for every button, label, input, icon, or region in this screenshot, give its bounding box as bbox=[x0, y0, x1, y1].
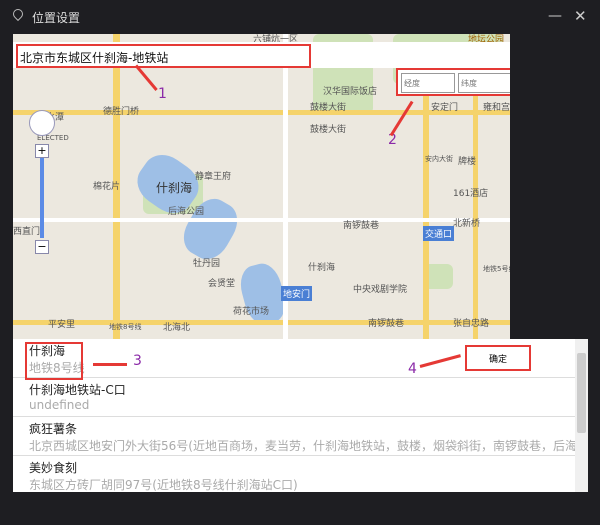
address-input[interactable]: 北京市东城区什刹海-地铁站 bbox=[16, 44, 311, 68]
map-label: 会贤堂 bbox=[208, 279, 236, 289]
list-item[interactable]: 美妙食刻 东城区方砖厂胡同97号(近地铁8号线什刹海站C口) bbox=[13, 456, 575, 492]
result-address: 北京西城区地安门外大街56号(近地百商场，麦当劳，什刹海地铁站，鼓楼，烟袋斜街，… bbox=[29, 439, 575, 453]
annotation-4: 4 bbox=[408, 361, 417, 377]
longitude-input[interactable] bbox=[401, 73, 455, 93]
map-label: 北新桥 bbox=[453, 219, 481, 229]
map[interactable]: 六铺炕一区 地坛公园 汉华国际饭店 积水潭 德胜门桥 鼓楼大街 安定门 雍和宫 … bbox=[13, 34, 510, 339]
result-name: 美妙食刻 bbox=[29, 461, 78, 475]
map-label: 北海北 bbox=[163, 323, 191, 333]
minimize-button[interactable]: — bbox=[548, 8, 562, 24]
list-item[interactable]: 什刹海 地铁8号线 3 4 确定 bbox=[13, 339, 575, 380]
zoom-control: + − bbox=[35, 144, 49, 254]
annotation-3: 3 bbox=[133, 353, 142, 369]
map-label: 鼓楼大街 bbox=[310, 125, 347, 135]
annotation-arrow bbox=[134, 64, 158, 91]
map-label: 什刹海 bbox=[308, 263, 336, 273]
latitude-input[interactable] bbox=[458, 73, 510, 93]
annotation-arrow bbox=[93, 363, 127, 366]
map-pan-control[interactable] bbox=[29, 110, 55, 136]
annotation-1: 1 bbox=[158, 86, 167, 102]
location-pin-icon bbox=[10, 6, 26, 22]
map-label: 后海公园 bbox=[168, 207, 205, 217]
map-label: 张自忠路 bbox=[453, 319, 490, 329]
map-label: 平安里 bbox=[48, 320, 76, 330]
annotation-arrow bbox=[389, 100, 414, 137]
close-button[interactable]: ✕ bbox=[574, 7, 587, 25]
window-title: 位置设置 bbox=[32, 11, 81, 25]
map-label: 地安门 bbox=[281, 286, 313, 301]
map-label: 中央戏剧学院 bbox=[353, 285, 408, 295]
map-label: 牡丹园 bbox=[193, 259, 221, 269]
map-label: 安定门 bbox=[431, 103, 459, 113]
scrollbar-thumb[interactable] bbox=[577, 353, 586, 433]
zoom-out-button[interactable]: − bbox=[35, 240, 49, 254]
map-label: 南锣鼓巷 bbox=[368, 319, 405, 329]
map-label: 荷花市场 bbox=[233, 307, 270, 317]
result-name: 什刹海地铁站-C口 bbox=[29, 383, 126, 397]
map-label: 交通口 bbox=[423, 226, 455, 241]
map-label: 棉花片 bbox=[93, 182, 121, 192]
zoom-slider[interactable] bbox=[40, 158, 44, 238]
address-bar: 北京市东城区什刹海-地铁站 bbox=[13, 42, 510, 68]
highlight-box bbox=[25, 342, 83, 380]
map-label: 什刹海 bbox=[156, 181, 193, 195]
map-label: 地铁5号线 bbox=[483, 265, 510, 273]
map-label: 鼓楼大街 bbox=[310, 103, 347, 113]
map-label: 南锣鼓巷 bbox=[343, 221, 380, 231]
map-label: 雍和宫 bbox=[483, 103, 510, 113]
map-label: 静章王府 bbox=[195, 172, 232, 182]
map-label: 安内大街 bbox=[425, 155, 453, 163]
result-address: undefined bbox=[29, 398, 90, 412]
confirm-button[interactable]: 确定 bbox=[465, 345, 531, 371]
title-bar: 位置设置 — ✕ bbox=[0, 0, 600, 34]
coordinate-search bbox=[396, 68, 510, 96]
map-label: 牌楼 bbox=[458, 157, 477, 167]
map-label: 161酒店 bbox=[453, 189, 489, 199]
map-label: 地铁8号线 bbox=[109, 323, 142, 331]
scrollbar[interactable] bbox=[575, 339, 588, 492]
result-name: 疯狂薯条 bbox=[29, 422, 78, 436]
zoom-in-button[interactable]: + bbox=[35, 144, 49, 158]
map-label: 德胜门桥 bbox=[103, 107, 140, 117]
list-item[interactable]: 疯狂薯条 北京西城区地安门外大街56号(近地百商场，麦当劳，什刹海地铁站，鼓楼，… bbox=[13, 417, 575, 456]
results-list: 什刹海 地铁8号线 3 4 确定 什刹海地铁站-C口 undefined 疯狂薯… bbox=[13, 339, 588, 492]
result-address: 东城区方砖厂胡同97号(近地铁8号线什刹海站C口) bbox=[29, 478, 298, 492]
list-item[interactable]: 什刹海地铁站-C口 undefined bbox=[13, 378, 575, 417]
map-label: 汉华国际饭店 bbox=[323, 87, 378, 97]
